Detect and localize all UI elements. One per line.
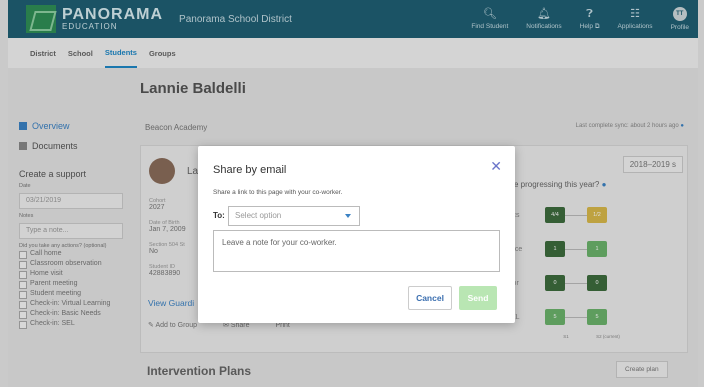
share-email-modal: Share by email ✕ Share a link to this pa… — [198, 146, 515, 323]
recipient-select-placeholder: Select option — [235, 211, 282, 220]
modal-title: Share by email — [213, 164, 287, 176]
note-textarea[interactable]: Leave a note for your co-worker. — [213, 230, 500, 272]
cancel-button[interactable]: Cancel — [408, 286, 452, 310]
modal-description: Share a link to this page with your co-w… — [213, 189, 343, 196]
to-label: To: — [213, 211, 225, 220]
send-button[interactable]: Send — [459, 286, 497, 310]
recipient-select[interactable]: Select option — [228, 206, 360, 226]
close-icon[interactable]: ✕ — [490, 158, 502, 175]
page: PANORAMA EDUCATION Panorama School Distr… — [0, 0, 704, 387]
chevron-down-icon — [345, 214, 351, 218]
